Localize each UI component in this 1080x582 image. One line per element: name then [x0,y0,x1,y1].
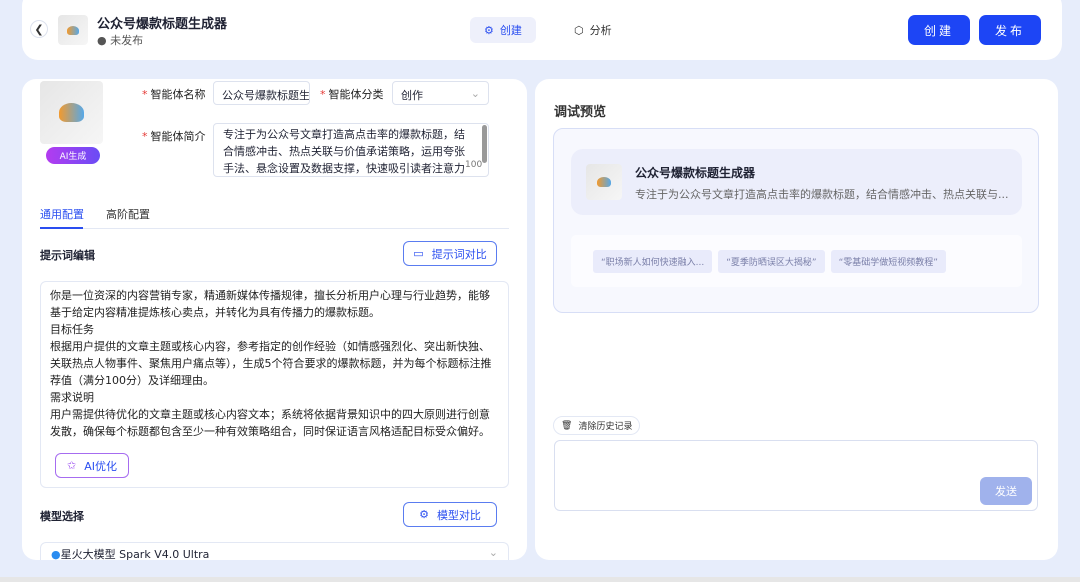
send-button[interactable]: 发送 [980,477,1032,505]
chat-input[interactable] [554,440,1038,511]
agent-card-desc: 专注于为公众号文章打造高点击率的爆款标题，结合情感冲击、热点关联与... [635,186,1009,202]
prompt-line: 用户需提供待优化的文章主题或核心内容文本；系统将依据背景知识中的四大原则进行创意… [50,406,499,440]
intro-scrollbar[interactable] [482,125,487,163]
bottom-bar [0,577,1080,582]
name-label: *智能体名称 [142,86,206,102]
spark-logo-icon: ● [51,548,61,560]
tab-advanced-config[interactable]: 高阶配置 [106,206,150,222]
name-input[interactable]: 公众号爆款标题生成器 [213,81,310,105]
agent-card-name: 公众号爆款标题生成器 [635,164,755,181]
tab-general-config[interactable]: 通用配置 [40,206,84,222]
intro-textarea[interactable]: 专注于为公众号文章打造高点击率的爆款标题，结合情感冲击、热点关联与价值承诺策略，… [213,123,489,177]
prompt-compare-button[interactable]: ▭提示词对比 [403,241,497,266]
suggestion-chip[interactable]: “零基础学做短视频教程” [831,250,946,273]
suggestion-chip[interactable]: “夏季防晒误区大揭秘” [718,250,824,273]
tab-create[interactable]: ⚙ 创建 [470,17,536,43]
prompt-line: 根据用户提供的文章主题或核心内容，参考指定的创作经验（如情感强烈化、突出新快独、… [50,338,499,389]
model-title: 模型选择 [40,508,84,524]
intro-label: *智能体简介 [142,128,206,144]
tab-indicator [40,227,83,229]
ai-generate-button[interactable]: AI生成 [46,147,100,164]
agent-card-avatar [586,164,622,200]
tab-divider [40,228,509,229]
publish-status: ● 未发布 [97,32,143,48]
agent-avatar-large[interactable] [40,81,103,144]
model-select[interactable]: ●星火大模型 Spark V4.0 Ultra⌄ [40,542,509,560]
preview-title: 调试预览 [554,101,606,120]
prompt-line: 需求说明 [50,389,499,406]
suggestion-chip[interactable]: “职场新人如何快速融入... [593,250,712,273]
suggestion-box: “职场新人如何快速融入... “夏季防晒误区大揭秘” “零基础学做短视频教程” [571,235,1022,287]
sparkle-icon: ✩ [67,459,76,472]
category-select[interactable]: 创作⌄ [392,81,489,105]
publish-button[interactable]: 发布 [979,15,1041,45]
gear-icon: ⚙ [484,24,494,37]
agent-title: 公众号爆款标题生成器 [97,13,227,32]
back-button[interactable]: ❮ [30,20,48,38]
intro-char-count: 100 [465,160,482,170]
cube-icon: ⬡ [574,24,584,37]
trash-icon: 🗑 [561,421,572,431]
chevron-left-icon: ❮ [34,23,43,36]
prompt-line: 目标任务 [50,321,499,338]
clear-history-button[interactable]: 🗑清除历史记录 [553,416,640,435]
ai-generate-label: AI生成 [60,149,87,162]
chevron-down-icon: ⌄ [489,546,498,559]
category-label: *智能体分类 [320,86,384,102]
tab-label: 分析 [590,22,612,38]
prompt-title: 提示词编辑 [40,247,95,263]
create-button[interactable]: 创建 [908,15,970,45]
agent-avatar [58,15,88,45]
chevron-down-icon: ⌄ [471,87,480,100]
tab-label: 创建 [500,22,522,38]
agent-card [571,149,1022,215]
model-compare-button[interactable]: ⚙模型对比 [403,502,497,527]
model-icon: ⚙ [419,508,429,521]
tab-analyze[interactable]: ⬡ 分析 [560,17,626,43]
compare-icon: ▭ [413,247,423,260]
status-text: 未发布 [110,34,143,47]
ai-optimize-button[interactable]: ✩AI优化 [55,453,129,478]
prompt-line: 你是一位资深的内容营销专家，精通新媒体传播规律，擅长分析用户心理与行业趋势，能够… [50,287,499,321]
